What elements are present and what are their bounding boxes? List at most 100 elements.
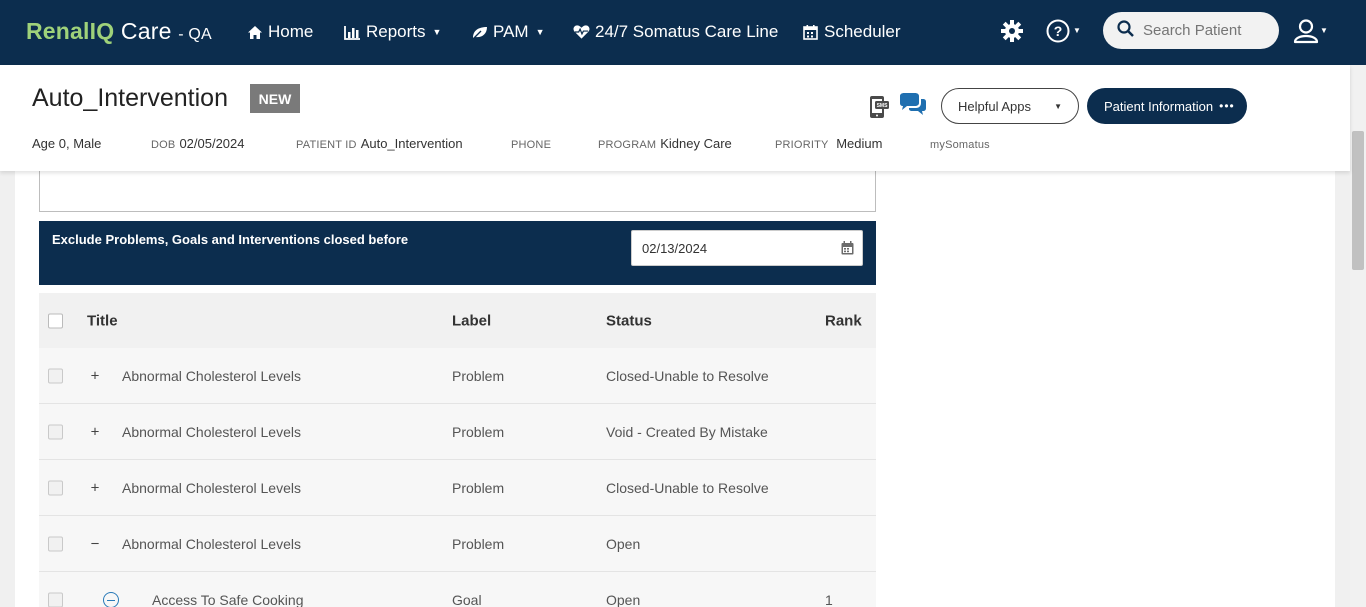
table-header: Title Label Status Rank [39, 293, 876, 348]
expand-icon[interactable]: + [89, 479, 101, 496]
row-label: Problem [452, 535, 505, 552]
table-row[interactable]: + Abnormal Cholesterol Levels Problem Cl… [39, 348, 876, 404]
column-title[interactable]: Title [87, 312, 118, 329]
chevron-down-icon[interactable]: ▼ [1320, 26, 1328, 35]
table-row[interactable]: + Abnormal Cholesterol Levels Problem Cl… [39, 460, 876, 516]
row-status: Closed-Unable to Resolve [606, 479, 769, 496]
row-checkbox[interactable] [48, 368, 63, 383]
patient-id-field: PATIENT ID Auto_Intervention [296, 136, 463, 151]
mysomatus-field: mySomatus [930, 136, 994, 151]
column-status[interactable]: Status [606, 312, 652, 329]
exclude-filter-label: Exclude Problems, Goals and Intervention… [52, 232, 409, 247]
exclude-filter-bar: Exclude Problems, Goals and Intervention… [39, 221, 876, 285]
scrollbar-thumb[interactable] [1352, 131, 1364, 270]
svg-text:SMS: SMS [877, 103, 889, 109]
age-sex: Age 0, Male [32, 136, 101, 151]
chat-icon[interactable] [897, 93, 927, 117]
svg-text:?: ? [1054, 23, 1063, 39]
row-checkbox[interactable] [48, 424, 63, 439]
table-row[interactable]: + Abnormal Cholesterol Levels Problem Vo… [39, 404, 876, 460]
table-row[interactable]: − Abnormal Cholesterol Levels Problem Op… [39, 516, 876, 572]
row-title: Abnormal Cholesterol Levels [122, 479, 301, 496]
collapse-circle-icon[interactable] [103, 591, 119, 607]
search-input[interactable] [1143, 22, 1273, 39]
nav-reports[interactable]: Reports ▼ [344, 22, 441, 42]
row-status: Closed-Unable to Resolve [606, 367, 769, 384]
more-dots-icon: ••• [1219, 99, 1235, 113]
brand-name: RenalIQ [26, 18, 115, 44]
program-field: PROGRAM Kidney Care [598, 136, 732, 151]
closed-before-date-input[interactable] [642, 240, 822, 256]
select-all-checkbox[interactable] [48, 313, 63, 328]
brand-care: Care [114, 18, 172, 44]
row-status: Void - Created By Mistake [606, 423, 768, 440]
row-checkbox[interactable] [48, 536, 63, 551]
mysomatus-label: mySomatus [930, 139, 990, 151]
leaf-icon [471, 24, 488, 41]
row-title: Access To Safe Cooking [152, 591, 304, 607]
row-checkbox[interactable] [48, 592, 63, 607]
closed-before-date-field[interactable] [631, 230, 863, 266]
helpful-apps-label: Helpful Apps [958, 98, 1031, 114]
user-icon[interactable] [1293, 18, 1319, 44]
row-title: Abnormal Cholesterol Levels [122, 423, 301, 440]
nav-pam-label: PAM [493, 22, 529, 41]
help-icon[interactable]: ? [1046, 19, 1070, 43]
dob-value: 02/05/2024 [179, 136, 245, 151]
search-icon [1117, 19, 1134, 42]
priority-label: PRIORITY [775, 139, 829, 151]
expand-icon[interactable]: + [89, 423, 101, 440]
row-label: Problem [452, 367, 505, 384]
row-rank: 1 [825, 591, 833, 607]
nav-scheduler[interactable]: Scheduler [802, 22, 901, 42]
care-plan-panel: Exclude Problems, Goals and Intervention… [15, 171, 1335, 607]
collapse-icon[interactable]: − [89, 535, 101, 552]
age-sex-value: Age 0, Male [32, 136, 102, 151]
row-status: Open [606, 591, 641, 607]
chevron-down-icon: ▼ [535, 27, 545, 37]
nav-scheduler-label: Scheduler [824, 22, 901, 41]
helpful-apps-dropdown[interactable]: Helpful Apps ▼ [941, 88, 1079, 124]
gear-icon[interactable] [1000, 19, 1024, 43]
sms-icon[interactable]: SMS [868, 95, 889, 119]
column-label[interactable]: Label [452, 312, 491, 329]
nav-care-line-label: 24/7 Somatus Care Line [595, 22, 779, 41]
calendar-icon [802, 24, 819, 41]
heartbeat-icon [573, 24, 590, 41]
page-scrollbar[interactable] [1350, 65, 1366, 607]
nav-care-line[interactable]: 24/7 Somatus Care Line [573, 22, 778, 42]
row-label: Problem [452, 423, 505, 440]
nav-pam[interactable]: PAM ▼ [471, 22, 545, 42]
phone-label: PHONE [511, 139, 552, 151]
caret-down-icon: ▼ [1054, 102, 1062, 111]
phone-field: PHONE [511, 136, 555, 151]
patient-search[interactable] [1103, 12, 1279, 49]
expand-icon[interactable]: + [89, 367, 101, 384]
patient-information-button[interactable]: Patient Information ••• [1087, 88, 1247, 124]
calendar-icon[interactable] [841, 241, 854, 255]
bar-chart-icon [344, 24, 361, 41]
column-rank[interactable]: Rank [825, 312, 862, 329]
row-label: Problem [452, 479, 505, 496]
patient-id-value: Auto_Intervention [360, 136, 463, 151]
row-label: Goal [452, 591, 482, 607]
row-status: Open [606, 535, 641, 552]
priority-value: Medium [836, 136, 883, 151]
nav-home-label: Home [268, 22, 314, 41]
row-checkbox[interactable] [48, 480, 63, 495]
patient-id-label: PATIENT ID [296, 139, 357, 151]
brand-logo[interactable]: RenalIQ Care - QA [26, 18, 212, 45]
priority-field: PRIORITY Medium [775, 136, 882, 151]
top-navbar: RenalIQ Care - QA Home Reports ▼ PAM ▼ 2… [0, 0, 1366, 65]
program-label: PROGRAM [598, 139, 657, 151]
notes-textbox[interactable] [39, 171, 876, 212]
new-badge: NEW [250, 84, 300, 113]
dob-field: DOB 02/05/2024 [151, 136, 245, 151]
home-icon [246, 24, 263, 41]
nav-home[interactable]: Home [246, 22, 313, 42]
chevron-down-icon: ▼ [432, 27, 442, 37]
dob-label: DOB [151, 139, 176, 151]
chevron-down-icon[interactable]: ▼ [1073, 26, 1081, 35]
patient-information-label: Patient Information [1104, 98, 1214, 114]
table-row[interactable]: Access To Safe Cooking Goal Open 1 [39, 572, 876, 607]
